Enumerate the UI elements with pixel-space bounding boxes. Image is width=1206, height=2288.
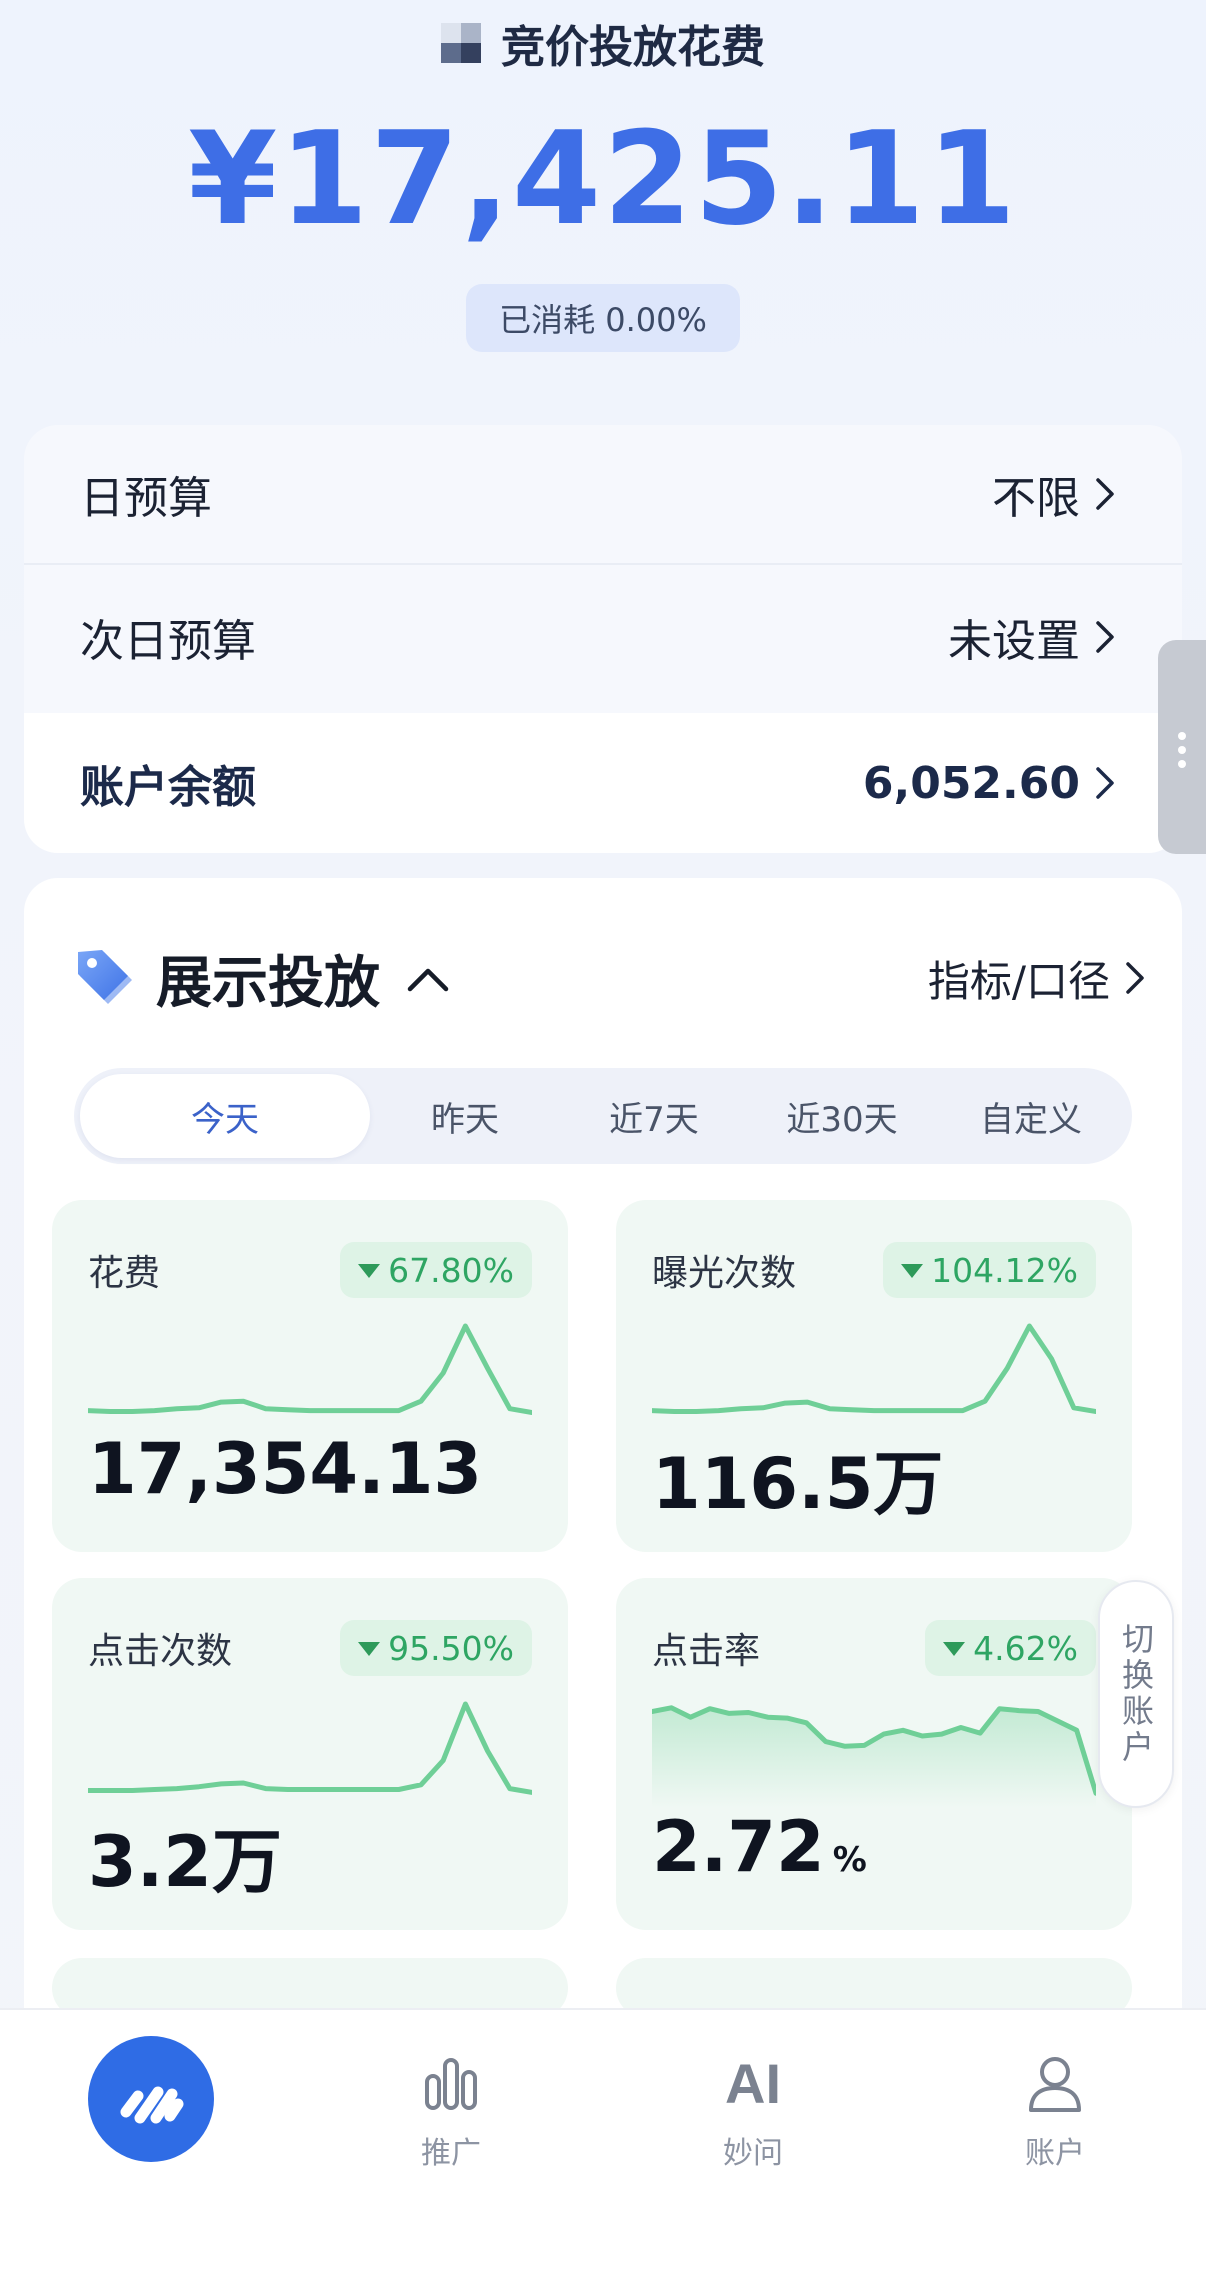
bottom-nav: 推广 AI 妙问 账户 <box>0 2008 1206 2288</box>
metric-change-badge: 4.62% <box>925 1620 1096 1676</box>
home-logo-icon[interactable] <box>88 2036 214 2162</box>
sparkline-line <box>652 1323 1096 1414</box>
sparkline-area <box>652 1707 1096 1808</box>
metrics-definition-label: 指标/口径 <box>927 956 1110 1006</box>
metric-label: 花费 <box>88 1253 161 1294</box>
metric-change-badge: 95.50% <box>340 1620 532 1676</box>
next-day-budget-label: 次日预算 <box>80 616 256 667</box>
metric-value-number: 2.72 <box>652 1806 825 1888</box>
metric-sparkline <box>88 1323 532 1415</box>
chevron-up-icon <box>407 968 449 992</box>
next-day-budget-value: 未设置 <box>948 616 1080 667</box>
section-toggle[interactable]: 展示投放 <box>74 938 452 1019</box>
switch-account-label: 切换账户 <box>1117 1622 1155 1766</box>
bar-chart-icon <box>425 2058 477 2110</box>
metric-value: 3.2万 <box>88 1806 290 1907</box>
tab-last-30-days[interactable]: 近30天 <box>748 1074 936 1158</box>
switch-account-button[interactable]: 切换账户 <box>1098 1580 1174 1808</box>
app-logo-icon <box>441 23 481 63</box>
tab-yesterday[interactable]: 昨天 <box>370 1074 560 1158</box>
chevron-right-icon <box>1096 767 1114 799</box>
sparkline-line <box>88 1701 532 1795</box>
metric-unit: % <box>832 1840 867 1880</box>
budget-card: 日预算 不限 次日预算 未设置 账户余额 6,052.60 <box>24 425 1182 853</box>
account-balance-row[interactable]: 账户余额 6,052.60 <box>24 713 1182 853</box>
home-logo-glyph <box>120 2086 184 2124</box>
metric-card-clicks[interactable]: 点击次数 95.50% 3.2万 <box>52 1578 568 1930</box>
metric-change-badge: 67.80% <box>340 1242 532 1298</box>
date-range-tabs: 今天 昨天 近7天 近30天 自定义 <box>74 1068 1132 1164</box>
metric-value-number: 116.5万 <box>652 1443 944 1525</box>
price-tag-icon <box>78 950 132 1004</box>
account-balance-value: 6,052.60 <box>862 757 1080 809</box>
metric-value: 2.72% <box>652 1806 867 1888</box>
metric-label: 曝光次数 <box>652 1253 797 1294</box>
metric-sparkline <box>652 1705 1096 1808</box>
metric-change-badge: 104.12% <box>883 1242 1096 1298</box>
metric-card-impressions[interactable]: 曝光次数 104.12% 116.5万 <box>616 1200 1132 1552</box>
tab-last-7-days[interactable]: 近7天 <box>560 1074 748 1158</box>
nav-account[interactable]: 账户 <box>975 2054 1135 2172</box>
daily-budget-label: 日预算 <box>80 473 212 524</box>
page-title-text: 竞价投放花费 <box>501 22 765 73</box>
nav-label: 账户 <box>1025 2136 1085 2171</box>
metric-card-ctr[interactable]: 点击率 4.62% 2.72% <box>616 1578 1132 1930</box>
metrics-definition-link[interactable]: 指标/口径 <box>928 948 1148 1009</box>
chevron-right-icon <box>1096 621 1114 653</box>
account-balance-label: 账户余额 <box>80 762 256 813</box>
handle-dot <box>1178 746 1186 754</box>
metric-value-number: 17,354.13 <box>88 1428 483 1510</box>
metric-value: 17,354.13 <box>88 1428 490 1510</box>
metric-value: 116.5万 <box>652 1428 951 1529</box>
metric-label: 点击次数 <box>88 1631 233 1672</box>
handle-dot <box>1178 732 1186 740</box>
ai-icon: AI <box>725 2052 781 2115</box>
next-day-budget-row[interactable]: 次日预算 未设置 <box>24 567 1182 707</box>
side-drawer-handle[interactable] <box>1158 640 1206 854</box>
nav-label: 妙问 <box>723 2136 783 2171</box>
section-title: 展示投放 <box>156 950 380 1016</box>
tab-custom[interactable]: 自定义 <box>936 1074 1126 1158</box>
metric-value-number: 3.2万 <box>88 1821 283 1903</box>
nav-ai-ask[interactable]: AI 妙问 <box>673 2054 833 2172</box>
daily-budget-value: 不限 <box>992 473 1080 524</box>
tab-today[interactable]: 今天 <box>80 1074 370 1158</box>
metric-sparkline <box>88 1701 532 1795</box>
consumed-badge: 已消耗 0.00% <box>466 284 740 352</box>
metric-sparkline <box>652 1323 1096 1414</box>
metric-label: 点击率 <box>652 1631 761 1672</box>
metric-card-spend[interactable]: 花费 67.80% 17,354.13 <box>52 1200 568 1552</box>
nav-promotion[interactable]: 推广 <box>371 2054 531 2172</box>
nav-label: 推广 <box>421 2136 481 2171</box>
section-header: 展示投放 指标/口径 <box>74 938 1148 1018</box>
daily-budget-row[interactable]: 日预算 不限 <box>24 425 1182 565</box>
page-title: 竞价投放花费 <box>0 8 1206 78</box>
chevron-right-icon <box>1126 962 1144 994</box>
handle-dot <box>1178 760 1186 768</box>
spend-amount: ¥17,425.11 <box>188 105 1018 254</box>
sparkline-line <box>88 1323 532 1415</box>
user-icon <box>1029 2057 1081 2112</box>
chevron-right-icon <box>1096 478 1114 510</box>
